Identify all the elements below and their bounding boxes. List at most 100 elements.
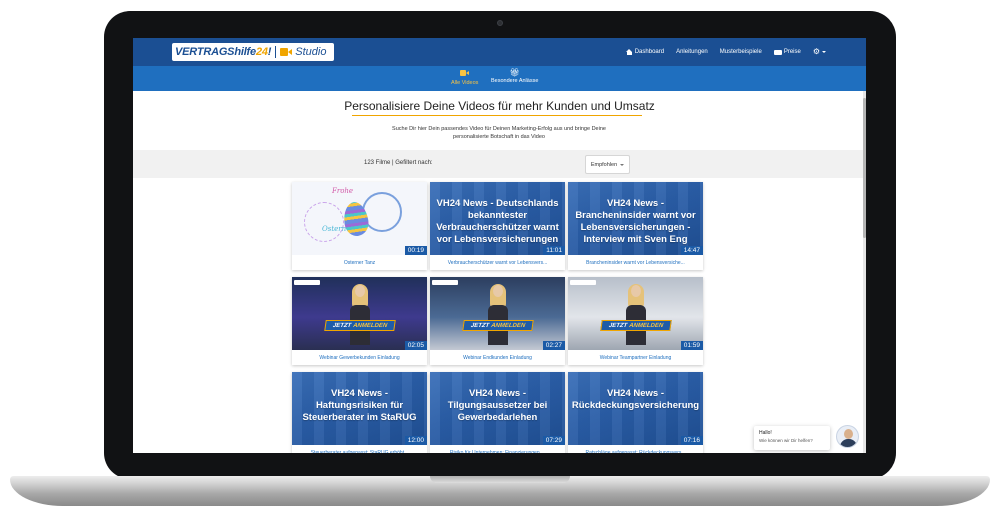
page-subtitle-line2: personalisierte Botschaft in das Video bbox=[453, 134, 545, 140]
results-count: 123 Filme | Gefiltert nach: bbox=[364, 160, 433, 166]
easter-script-text: Frohe bbox=[332, 187, 354, 195]
nav-preise[interactable]: Preise bbox=[773, 49, 801, 55]
decor-ring bbox=[304, 202, 344, 242]
video-title-link[interactable]: Verbraucherschützer warnt vor Lebensvers… bbox=[430, 255, 565, 270]
top-navbar: VERTRAGShilfe 24 ! Studio Dashboard Anle… bbox=[133, 38, 866, 66]
video-card[interactable]: VH24 News - Rückdeckungsversicherung 07:1… bbox=[568, 372, 703, 453]
video-duration: 11:01 bbox=[543, 246, 565, 255]
page-title: Personalisiere Deine Videos für mehr Kun… bbox=[344, 99, 655, 113]
brand-logo bbox=[432, 280, 458, 285]
video-headline: VH24 News - Tilgungsaussetzer bei Gewerb… bbox=[447, 388, 548, 423]
gift-icon: 🎁︎ bbox=[509, 68, 520, 77]
register-banner: JETZT ANMELDEN bbox=[462, 320, 534, 331]
video-title-link[interactable]: Webinar Endkunden Einladung bbox=[430, 350, 565, 365]
video-duration: 12:00 bbox=[404, 436, 427, 445]
logo[interactable]: VERTRAGShilfe 24 ! Studio bbox=[172, 43, 334, 61]
video-card[interactable]: JETZT ANMELDEN 02:27 Webinar Endkunden Einl… bbox=[430, 277, 565, 365]
video-thumbnail[interactable]: VH24 News - Haftungsrisiken für Steuerbe… bbox=[292, 372, 427, 445]
tab-besondere-anlaesse[interactable]: 🎁︎ Besondere Anlässe bbox=[491, 68, 539, 85]
video-headline: VH24 News - Brancheninsider warnt vor Le… bbox=[575, 198, 696, 245]
avatar-head bbox=[844, 429, 853, 439]
nav-musterbeispiele[interactable]: Musterbeispiele bbox=[720, 49, 762, 55]
video-duration: 02:05 bbox=[404, 341, 427, 350]
home-icon bbox=[625, 49, 633, 55]
sub-navbar: Alle Videos 🎁︎ Besondere Anlässe bbox=[133, 66, 866, 91]
logo-exclamation: ! bbox=[267, 46, 272, 58]
register-banner: JETZT ANMELDEN bbox=[324, 320, 396, 331]
video-card[interactable]: VH24 News - Deutschlands bekanntester Ve… bbox=[430, 182, 565, 270]
register-banner-word2: ANMELDEN bbox=[628, 322, 664, 329]
video-headline: VH24 News - Deutschlands bekanntester Ve… bbox=[436, 198, 559, 245]
register-banner: JETZT ANMELDEN bbox=[600, 320, 672, 331]
brand-logo bbox=[570, 280, 596, 285]
screen: VERTRAGShilfe 24 ! Studio Dashboard Anle… bbox=[133, 38, 866, 453]
video-card[interactable]: VH24 News - Tilgungsaussetzer bei Gewerb… bbox=[430, 372, 565, 453]
video-thumbnail[interactable]: VH24 News - Tilgungsaussetzer bei Gewerb… bbox=[430, 372, 565, 445]
nav-musterbeispiele-label: Musterbeispiele bbox=[719, 49, 762, 55]
video-camera-icon bbox=[280, 48, 293, 56]
video-card[interactable]: VH24 News - Haftungsrisiken für Steuerbe… bbox=[292, 372, 427, 453]
video-title-link[interactable]: Webinar Gewerbekunden Einladung bbox=[292, 350, 427, 365]
video-card[interactable]: JETZT ANMELDEN 02:05 Webinar Gewerbekunden … bbox=[292, 277, 427, 365]
video-title-link[interactable]: Osterner Tanz bbox=[292, 255, 427, 270]
scrollbar-thumb[interactable] bbox=[863, 98, 866, 238]
video-duration: 00:19 bbox=[404, 246, 427, 255]
filter-bar: 123 Filme | Gefiltert nach: Empfohlen bbox=[133, 150, 863, 178]
easter-script-text: Ostern bbox=[322, 225, 347, 233]
video-thumbnail[interactable]: JETZT ANMELDEN 01:59 bbox=[568, 277, 703, 350]
video-title-link[interactable]: Brancheninsider warnt vor Lebensversiche… bbox=[568, 255, 703, 270]
nav-anleitungen[interactable]: Anleitungen bbox=[676, 49, 708, 55]
video-card[interactable]: JETZT ANMELDEN 01:59 Webinar Teampartner Ei… bbox=[568, 277, 703, 365]
chat-bubble[interactable]: Hallo! Wie können wir Dir helfen? bbox=[754, 426, 830, 450]
logo-separator bbox=[275, 46, 277, 58]
nav-anleitungen-label: Anleitungen bbox=[676, 49, 708, 55]
chat-avatar[interactable] bbox=[836, 425, 859, 448]
chat-greeting: Hallo! bbox=[759, 430, 772, 436]
video-thumbnail[interactable]: VH24 News - Deutschlands bekanntester Ve… bbox=[430, 182, 565, 255]
sort-dropdown[interactable]: Empfohlen bbox=[585, 155, 630, 174]
brand-logo bbox=[294, 280, 320, 285]
video-thumbnail[interactable]: VH24 News - Rückdeckungsversicherung 07:1… bbox=[568, 372, 703, 445]
chevron-down-icon bbox=[822, 51, 826, 53]
video-thumbnail[interactable]: Frohe Ostern 00:19 bbox=[292, 182, 427, 255]
nav-dashboard[interactable]: Dashboard bbox=[625, 49, 665, 55]
nav-dashboard-label: Dashboard bbox=[634, 49, 665, 55]
logo-number: 24 bbox=[255, 46, 268, 58]
tab-besondere-anlaesse-label: Besondere Anlässe bbox=[491, 78, 539, 84]
laptop-notch bbox=[430, 476, 570, 483]
register-banner-word1: JETZT bbox=[470, 322, 490, 329]
video-title-link[interactable]: Steuerberater aufgepasst: StaRUG erhöht.… bbox=[292, 445, 427, 454]
chevron-down-icon bbox=[620, 163, 625, 166]
nav-preise-label: Preise bbox=[783, 49, 801, 55]
video-duration: 07:29 bbox=[542, 436, 565, 445]
webcam bbox=[497, 20, 503, 26]
logo-product: Studio bbox=[295, 46, 327, 58]
gear-icon: ⚙ bbox=[812, 47, 820, 56]
video-duration: 14:47 bbox=[680, 246, 703, 255]
title-underline bbox=[352, 115, 642, 116]
sort-dropdown-value: Empfohlen bbox=[590, 161, 618, 168]
logo-brand: VERTRAGShilfe bbox=[175, 46, 256, 58]
video-title-link[interactable]: Webinar Teampartner Einladung bbox=[568, 350, 703, 365]
presenter-image bbox=[625, 284, 647, 345]
presenter-image bbox=[487, 284, 509, 345]
video-headline: VH24 News - Rückdeckungsversicherung bbox=[571, 388, 700, 411]
video-card[interactable]: Frohe Ostern 00:19 Osterner Tanz bbox=[292, 182, 427, 270]
video-camera-icon bbox=[460, 70, 470, 76]
register-banner-word1: JETZT bbox=[332, 322, 352, 329]
video-thumbnail[interactable]: VH24 News - Brancheninsider warnt vor Le… bbox=[568, 182, 703, 255]
presenter-image bbox=[349, 284, 371, 345]
video-thumbnail[interactable]: JETZT ANMELDEN 02:27 bbox=[430, 277, 565, 350]
page-subtitle: Suche Dir hier Dein passendes Video für … bbox=[349, 125, 649, 141]
video-thumbnail[interactable]: JETZT ANMELDEN 02:05 bbox=[292, 277, 427, 350]
settings-menu[interactable]: ⚙ bbox=[813, 48, 826, 56]
video-headline: VH24 News - Haftungsrisiken für Steuerbe… bbox=[302, 388, 417, 423]
tab-alle-videos[interactable]: Alle Videos bbox=[451, 69, 478, 86]
video-title-link[interactable]: Ratschläge aufgepasst: Rückdeckungsvers.… bbox=[568, 445, 703, 454]
video-title-link[interactable]: Risiko für Unternehmen: Finanzierungen .… bbox=[430, 445, 565, 454]
tab-alle-videos-label: Alle Videos bbox=[451, 80, 479, 86]
tag-icon bbox=[773, 49, 782, 55]
register-banner-word1: JETZT bbox=[608, 322, 628, 329]
video-card[interactable]: VH24 News - Brancheninsider warnt vor Le… bbox=[568, 182, 703, 270]
video-duration: 07:16 bbox=[680, 436, 703, 445]
